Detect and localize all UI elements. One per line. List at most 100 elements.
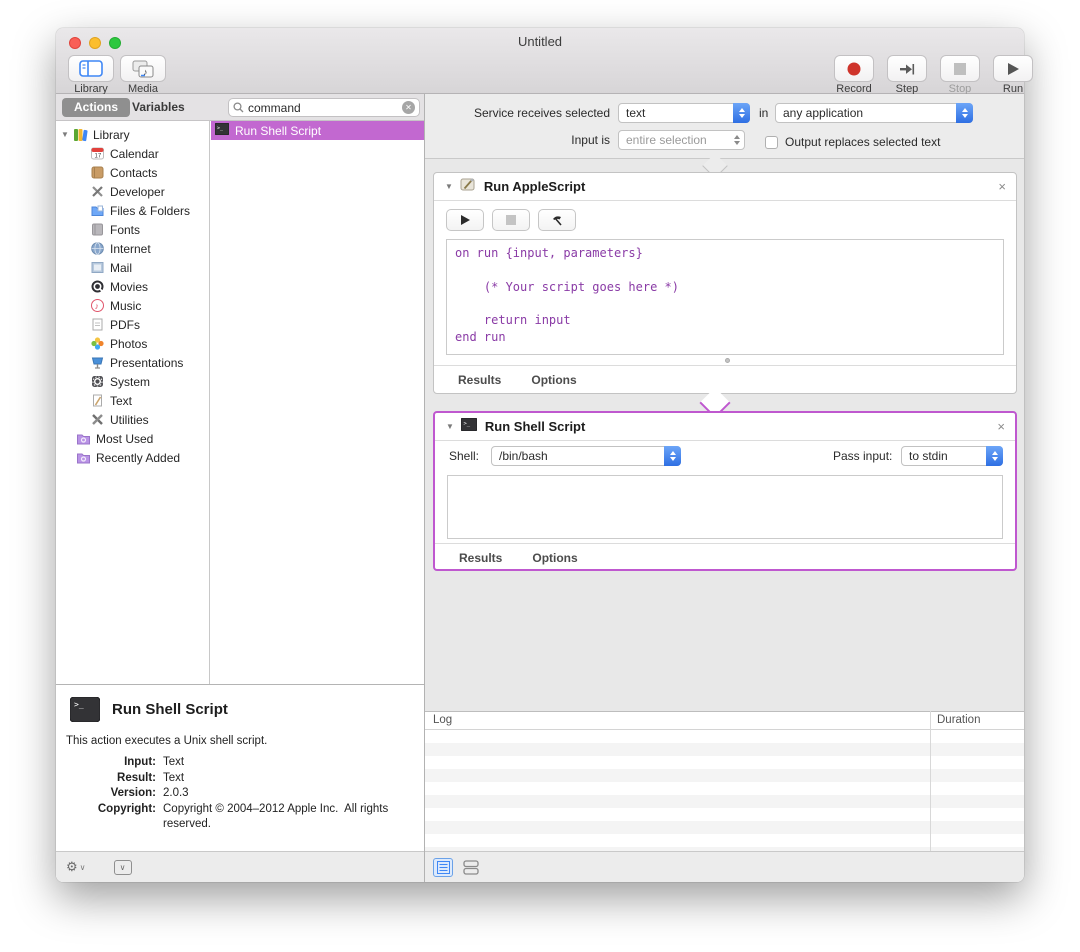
description-field-result: Result: Text <box>117 771 185 784</box>
workflow-bottom-bar <box>425 851 1024 882</box>
search-input[interactable]: command ✕ <box>228 98 420 117</box>
toggle-description-panel-button[interactable]: ∨ <box>113 859 132 875</box>
stepper-icon <box>986 446 1003 466</box>
action-title: Run AppleScript <box>483 179 586 194</box>
service-receives-dropdown[interactable]: text <box>618 103 750 123</box>
contacts-icon <box>90 165 105 180</box>
sidebar-item-internet[interactable]: Internet <box>56 239 209 258</box>
show-log-button[interactable] <box>433 857 453 877</box>
output-replaces-checkbox[interactable] <box>765 136 778 149</box>
description-summary: This action executes a Unix shell script… <box>66 735 268 747</box>
stop-button[interactable] <box>940 55 980 82</box>
input-is-label: Input is <box>571 133 610 147</box>
library-icon <box>79 60 103 77</box>
record-button[interactable] <box>834 55 874 82</box>
sidebar-item-most-used[interactable]: Most Used <box>56 429 209 448</box>
run-shell-script-header[interactable]: ▼ >_ Run Shell Script × <box>435 413 1015 441</box>
sidebar-item-contacts[interactable]: Contacts <box>56 163 209 182</box>
terminal-icon: >_ <box>215 123 230 138</box>
sidebar-item-developer[interactable]: Developer <box>56 182 209 201</box>
input-is-dropdown[interactable]: entire selection <box>618 130 745 150</box>
disclosure-triangle-icon[interactable]: ▼ <box>61 130 71 139</box>
pdf-page-icon <box>90 317 105 332</box>
results-button[interactable]: Results <box>458 373 501 387</box>
run-applescript-header[interactable]: ▼ Run AppleScript × <box>434 173 1016 201</box>
options-button[interactable]: Options <box>531 373 576 387</box>
in-label: in <box>759 106 769 120</box>
service-config-bar: Service receives selected text in any ap… <box>425 94 1024 159</box>
sidebar-item-fonts[interactable]: Fonts <box>56 220 209 239</box>
disclosure-triangle-icon[interactable]: ▼ <box>445 182 453 191</box>
shell-footer: Results Options <box>435 543 1015 572</box>
run-button[interactable] <box>993 55 1033 82</box>
sidebar-item-movies[interactable]: Movies <box>56 277 209 296</box>
sidebar-item-label: Developer <box>110 184 165 199</box>
terminal-icon: >_ <box>460 417 478 436</box>
sidebar-item-system[interactable]: System <box>56 372 209 391</box>
sidebar-item-calendar[interactable]: 17 Calendar <box>56 144 209 163</box>
step-button[interactable] <box>887 55 927 82</box>
resize-handle[interactable] <box>725 358 730 363</box>
results-button[interactable]: Results <box>459 551 502 565</box>
sidebar-item-pdfs[interactable]: PDFs <box>56 315 209 334</box>
sidebar-bottom-bar: ⚙ ∨ ∨ <box>56 851 424 882</box>
text-page-icon <box>90 393 105 408</box>
stop-icon <box>954 62 966 75</box>
script-run-button[interactable] <box>446 209 484 231</box>
close-action-icon[interactable]: × <box>998 179 1006 194</box>
sidebar-item-recently-added[interactable]: Recently Added <box>56 448 209 467</box>
sidebar-item-presentations[interactable]: Presentations <box>56 353 209 372</box>
library-books-icon <box>73 127 88 142</box>
smart-folder-icon <box>76 431 91 446</box>
calendar-icon: 17 <box>90 146 105 161</box>
sidebar-item-photos[interactable]: Photos <box>56 334 209 353</box>
service-receives-label: Service receives selected <box>473 106 610 120</box>
applescript-code-editor[interactable]: on run {input, parameters} (* Your scrip… <box>446 239 1004 355</box>
clear-search-icon[interactable]: ✕ <box>402 101 415 114</box>
automator-window: Untitled Library ♪ Media Record Step Sto… <box>56 28 1033 882</box>
stepper-icon <box>956 103 973 123</box>
sidebar-item-music[interactable]: ♪ Music <box>56 296 209 315</box>
stepper-icon <box>733 103 750 123</box>
presentation-icon <box>90 355 105 370</box>
titlebar-toolbar: Untitled Library ♪ Media Record Step Sto… <box>56 28 1033 95</box>
log-column-divider <box>930 711 931 851</box>
sidebar-item-text[interactable]: Text <box>56 391 209 410</box>
application-dropdown[interactable]: any application <box>775 103 973 123</box>
show-variables-button[interactable] <box>461 858 481 877</box>
script-compile-button[interactable] <box>538 209 576 231</box>
sidebar-item-library[interactable]: ▼ Library <box>56 125 209 144</box>
run-shell-script-action: ▼ >_ Run Shell Script × Shell: /bin/bash… <box>433 411 1017 571</box>
media-button[interactable]: ♪ <box>120 55 166 82</box>
applescript-footer: Results Options <box>434 365 1016 394</box>
sidebar-item-utilities[interactable]: Utilities <box>56 410 209 429</box>
library-button[interactable] <box>68 55 114 82</box>
sidebar-item-label: Fonts <box>110 222 141 237</box>
action-row-run-shell-script[interactable]: >_ Run Shell Script <box>211 121 424 140</box>
developer-icon <box>90 184 105 199</box>
media-icon: ♪ <box>132 60 154 77</box>
tab-variables[interactable]: Variables <box>132 100 185 114</box>
quicktime-icon <box>90 279 105 294</box>
terminal-icon: >_ <box>70 697 100 722</box>
shell-script-editor[interactable] <box>447 475 1003 539</box>
sidebar-item-files-folders[interactable]: Files & Folders <box>56 201 209 220</box>
options-button[interactable]: Options <box>532 551 577 565</box>
tab-actions[interactable]: Actions <box>62 98 131 117</box>
sidebar-item-label: Calendar <box>110 146 159 161</box>
sidebar-item-mail[interactable]: Mail <box>56 258 209 277</box>
duration-column-header[interactable]: Duration <box>937 714 980 726</box>
shell-dropdown[interactable]: /bin/bash <box>491 446 681 466</box>
log-column-header[interactable]: Log <box>433 714 452 726</box>
pass-input-dropdown[interactable]: to stdin <box>901 446 1003 466</box>
script-stop-button[interactable] <box>492 209 530 231</box>
sidebar-item-label: Mail <box>110 260 133 275</box>
close-action-icon[interactable]: × <box>997 419 1005 434</box>
description-field-copyright: Copyright: Copyright © 2004–2012 Apple In… <box>97 802 392 831</box>
disclosure-triangle-icon[interactable]: ▼ <box>446 422 454 431</box>
action-gear-menu[interactable]: ⚙ ∨ <box>66 859 86 875</box>
music-note-icon: ♪ <box>90 298 105 313</box>
pass-input-label: Pass input: <box>833 449 893 463</box>
sidebar-item-label: Text <box>110 393 133 408</box>
sidebar-item-label: Files & Folders <box>110 203 191 218</box>
